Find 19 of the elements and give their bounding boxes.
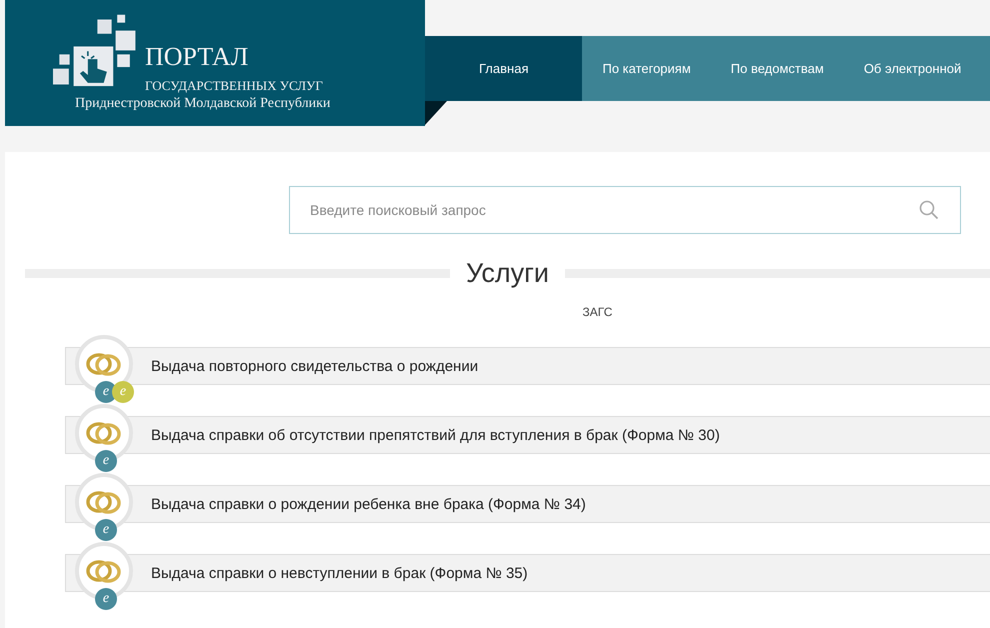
service-item[interactable]: Выдача справки об отсутствии препятствий для вступления в брак (Форма № 30) [65, 416, 990, 454]
section-heading: Услуги [466, 258, 550, 289]
nav-tab[interactable]: Главная [425, 36, 582, 101]
e-service-badge: e [95, 450, 117, 472]
service-item[interactable]: Выдача справки о невступлении в брак (Форма № 35) [65, 554, 990, 592]
e-service-badge: e [95, 519, 117, 541]
e-service-badge: e [95, 588, 117, 610]
logo-region: Приднестровской Молдавской Республики [75, 96, 332, 112]
e-service-badge: e [112, 381, 134, 403]
logo-title: ПОРТАЛ [145, 42, 248, 72]
nav-tab[interactable]: По ведомствам [710, 36, 844, 101]
logo-subtitle: ГОСУДАРСТВЕННЫХ УСЛУГ [145, 78, 323, 94]
service-item[interactable]: Выдача справки о рождении ребенка вне брака (Форма № 34) [65, 485, 990, 523]
nav-tab[interactable]: По категориям [582, 36, 711, 101]
search-field[interactable]: Введите поисковый запрос [289, 186, 961, 234]
category-label: ЗАГС [582, 305, 614, 319]
service-item[interactable]: Выдача повторного свидетельства о рождении [65, 347, 990, 385]
nav-tab[interactable]: Об электронной [844, 36, 982, 101]
portal-logo[interactable]: ПОРТАЛ ГОСУДАРСТВЕННЫХ УСЛУГ Приднестровской Молдавской Республики [5, 0, 425, 126]
